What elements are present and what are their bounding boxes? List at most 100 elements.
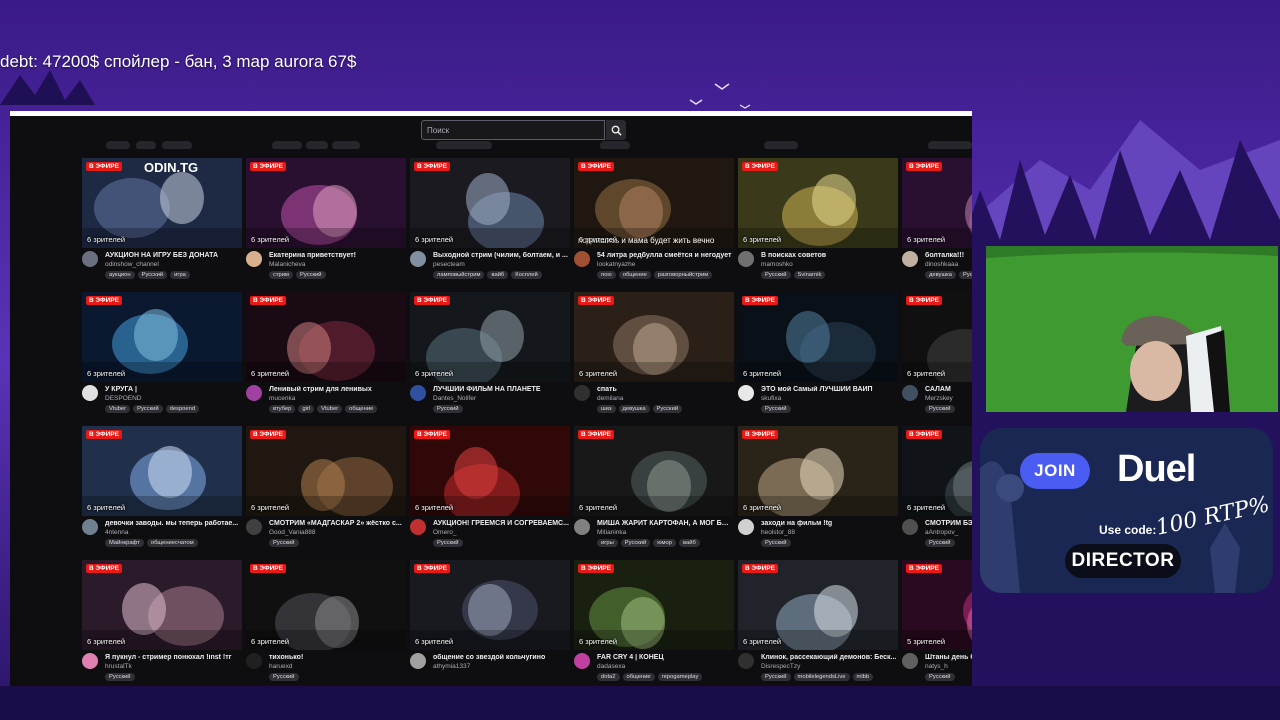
stream-title[interactable]: МИША ЖАРИТ КАРТОФАН, А МОГ БЫ... — [597, 520, 733, 527]
channel-name[interactable]: dinoshkaaa — [925, 261, 972, 268]
stream-title[interactable]: тихонько! — [269, 654, 405, 661]
channel-name[interactable]: Dantes_Nolifer — [433, 395, 569, 402]
tag-chip[interactable]: girl — [298, 405, 315, 413]
stream-thumbnail[interactable]: В ЭФИРЕ 6 зрителей — [902, 426, 972, 516]
stream-thumbnail[interactable]: В ЭФИРЕ 6 зрителей — [246, 292, 406, 382]
channel-name[interactable]: mucenka — [269, 395, 405, 402]
tag-chip[interactable]: Русский — [105, 673, 135, 681]
duel-promo-banner[interactable]: JOIN Duel Use code: 100 RTP% DIRECTOR — [980, 428, 1273, 593]
tag-chip[interactable]: Русский — [959, 271, 972, 279]
channel-name[interactable]: heolstor_88 — [761, 529, 897, 536]
stream-title[interactable]: Штаны день 6 — [925, 654, 972, 661]
channel-avatar[interactable] — [410, 653, 426, 669]
tag-chip[interactable]: Русский — [137, 271, 168, 279]
stream-card[interactable]: В ЭФИРЕ 6 зрителей болталка!!! dinoshkaa… — [902, 158, 972, 288]
stream-thumbnail[interactable]: подпишись и мама будет жить вечно В ЭФИР… — [574, 158, 734, 248]
stream-thumbnail[interactable]: В ЭФИРЕ 6 зрителей — [82, 426, 242, 516]
channel-name[interactable]: Merzskey — [925, 395, 972, 402]
channel-name[interactable]: mamoshko — [761, 261, 897, 268]
channel-avatar[interactable] — [738, 385, 754, 401]
stream-title[interactable]: ЛУЧШИЙ ФИЛЬМ НА ПЛАНЕТЕ — [433, 386, 569, 393]
channel-name[interactable]: demilana — [597, 395, 733, 402]
stream-title[interactable]: Екатерина приветствует! — [269, 252, 405, 259]
tag-chip[interactable]: Русский — [925, 673, 955, 681]
channel-name[interactable]: skufixa — [761, 395, 897, 402]
channel-avatar[interactable] — [82, 385, 98, 401]
tag-chip[interactable]: общение — [345, 405, 378, 413]
stream-title[interactable]: АУКЦИОН! ГРЕЕМСЯ И СОГРЕВАЕМС... — [433, 520, 569, 527]
channel-avatar[interactable] — [902, 519, 918, 535]
channel-name[interactable]: 4ntenna — [105, 529, 241, 536]
stream-card[interactable]: В ЭФИРЕ 6 зрителей Екатерина приветствуе… — [246, 158, 406, 288]
tag-chip[interactable]: Русский — [761, 271, 791, 279]
tag-chip[interactable]: Русский — [761, 405, 791, 413]
stream-card[interactable]: В ЭФИРЕ 6 зрителей СМОТРИМ БЭ aAntropov_… — [902, 426, 972, 556]
channel-name[interactable]: haruexd — [269, 663, 405, 670]
tag-chip[interactable]: общение — [618, 271, 651, 279]
channel-avatar[interactable] — [82, 653, 98, 669]
stream-card[interactable]: подпишись и мама будет жить вечно В ЭФИР… — [574, 158, 734, 288]
stream-thumbnail[interactable]: В ЭФИРЕ 6 зрителей — [246, 158, 406, 248]
channel-name[interactable]: odinshow_channel — [105, 261, 241, 268]
tag-chip[interactable]: общение — [622, 673, 655, 681]
channel-name[interactable]: Mitianinka — [597, 529, 733, 536]
channel-name[interactable]: natys_h — [925, 663, 972, 670]
tag-chip[interactable]: ламповыйстрим — [433, 271, 485, 279]
channel-avatar[interactable] — [902, 385, 918, 401]
stream-title[interactable]: FAR CRY 4 | КОНЕЦ — [597, 654, 733, 661]
tag-chip[interactable]: Vtuber — [317, 405, 343, 413]
channel-avatar[interactable] — [738, 519, 754, 535]
tag-chip[interactable]: mlbb — [852, 673, 874, 681]
channel-avatar[interactable] — [246, 653, 262, 669]
channel-avatar[interactable] — [902, 653, 918, 669]
tag-chip[interactable]: девушка — [618, 405, 650, 413]
stream-thumbnail[interactable]: ODIN.TG В ЭФИРЕ 6 зрителей — [82, 158, 242, 248]
stream-card[interactable]: В ЭФИРЕ 6 зрителей общение со звездой ко… — [410, 560, 570, 686]
channel-name[interactable]: pesecteam — [433, 261, 569, 268]
channel-avatar[interactable] — [410, 251, 426, 267]
tag-chip[interactable]: repogameplay — [657, 673, 703, 681]
stream-card[interactable]: В ЭФИРЕ 6 зрителей ЭТО мой Самый ЛУЧШИЙ … — [738, 292, 898, 422]
channel-avatar[interactable] — [902, 251, 918, 267]
channel-name[interactable]: Malanicheva — [269, 261, 405, 268]
stream-card[interactable]: В ЭФИРЕ 6 зрителей АУКЦИОН! ГРЕЕМСЯ И СО… — [410, 426, 570, 556]
tag-chip[interactable]: общениесчатом — [146, 539, 198, 547]
stream-title[interactable]: Клинок, рассекающий демонов: Беск... — [761, 654, 897, 661]
tag-chip[interactable]: Русский — [620, 539, 651, 547]
tag-chip[interactable]: despoend — [165, 405, 200, 413]
channel-avatar[interactable] — [574, 385, 590, 401]
stream-thumbnail[interactable]: В ЭФИРЕ 6 зрителей — [410, 426, 570, 516]
stream-card[interactable]: В ЭФИРЕ 6 зрителей Выходной стрим (чилим… — [410, 158, 570, 288]
stream-card[interactable]: В ЭФИРЕ 6 зрителей МИША ЖАРИТ КАРТОФАН, … — [574, 426, 734, 556]
tag-chip[interactable]: Русский — [925, 539, 955, 547]
join-button[interactable]: JOIN — [1020, 453, 1090, 489]
stream-thumbnail[interactable]: В ЭФИРЕ 6 зрителей — [574, 292, 734, 382]
channel-name[interactable]: dadasexa — [597, 663, 733, 670]
tag-chip[interactable]: Русский — [296, 271, 326, 279]
stream-card[interactable]: В ЭФИРЕ 6 зрителей Клинок, рассекающий д… — [738, 560, 898, 686]
tag-chip[interactable]: вайб — [678, 539, 700, 547]
stream-title[interactable]: В поисках советов — [761, 252, 897, 259]
stream-card[interactable]: В ЭФИРЕ 6 зрителей заходи на фильм !tg h… — [738, 426, 898, 556]
stream-thumbnail[interactable]: В ЭФИРЕ 6 зрителей — [738, 426, 898, 516]
stream-card[interactable]: В ЭФИРЕ 6 зрителей В поисках советов mam… — [738, 158, 898, 288]
stream-thumbnail[interactable]: В ЭФИРЕ 6 зрителей — [902, 158, 972, 248]
stream-card[interactable]: В ЭФИРЕ 6 зрителей СМОТРИМ «МАДГАСКАР 2»… — [246, 426, 406, 556]
channel-avatar[interactable] — [410, 519, 426, 535]
tag-chip[interactable]: Русский — [652, 405, 683, 413]
stream-title[interactable]: 54 литра редбулла смеётся и негодует — [597, 252, 733, 259]
channel-avatar[interactable] — [738, 251, 754, 267]
tag-chip[interactable]: dota2 — [597, 673, 620, 681]
tag-chip[interactable]: вайб — [487, 271, 509, 279]
stream-title[interactable]: СМОТРИМ «МАДГАСКАР 2» жёстко с... — [269, 520, 405, 527]
stream-card[interactable]: В ЭФИРЕ 6 зрителей ЛУЧШИЙ ФИЛЬМ НА ПЛАНЕ… — [410, 292, 570, 422]
stream-title[interactable]: Я пукнул - стример понюхал !inst !тг — [105, 654, 241, 661]
channel-avatar[interactable] — [574, 519, 590, 535]
stream-title[interactable]: болталка!!! — [925, 252, 972, 259]
channel-avatar[interactable] — [738, 653, 754, 669]
channel-name[interactable]: athymia1337 — [433, 663, 569, 670]
tag-chip[interactable]: Русский — [433, 539, 463, 547]
tag-chip[interactable]: аукцион — [105, 271, 135, 279]
tag-chip[interactable]: Русский — [925, 405, 955, 413]
search-input[interactable] — [421, 120, 605, 140]
